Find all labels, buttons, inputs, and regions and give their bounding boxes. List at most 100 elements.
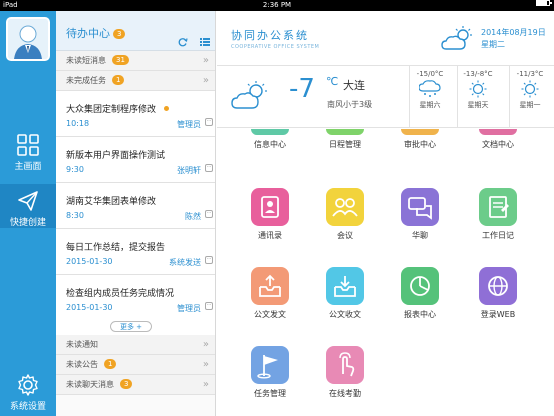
forecast-day: -15/0°C 星期六 [409, 66, 450, 128]
app-header: 协同办公系统 COOPERATIVE OFFICE SYSTEM 2014年08… [217, 11, 554, 66]
list-item[interactable]: 每日工作总结，提交报告 2015-01-30 系统发送 ··· [56, 229, 215, 275]
nav-quick-create[interactable]: 快捷创建 [0, 184, 56, 228]
app-report-center[interactable]: 报表中心 [390, 267, 450, 320]
chevron-right-icon: » [202, 359, 209, 370]
task-user: 陈然 [185, 212, 201, 221]
app-task-manage[interactable]: 任务管理 [240, 346, 300, 399]
app-attendance[interactable]: 在线考勤 [315, 346, 375, 399]
list-item[interactable]: 新版本用户界面操作测试 9:30 张明轩 ··· [56, 137, 215, 183]
left-nav: 主画面 快捷创建 系统设置 [0, 11, 56, 416]
more-icon[interactable]: ··· [205, 164, 213, 172]
more-icon[interactable]: ··· [205, 256, 213, 264]
more-button[interactable]: 更多 + [110, 321, 152, 332]
nav-settings[interactable]: 系统设置 [0, 368, 56, 412]
section-unread-notice[interactable]: 未读通知 » [56, 335, 215, 355]
schedule-icon [326, 129, 364, 135]
unfinished-badge: 1 [112, 75, 125, 85]
task-user: 管理员 [177, 304, 201, 313]
app-doc-receive[interactable]: 公文收文 [315, 267, 375, 320]
sun-icon [521, 80, 539, 98]
task-date: 2015-01-30 [66, 303, 113, 312]
nav-settings-label: 系统设置 [9, 402, 46, 412]
weather-panel: -7 ℃ 大连 南风小于3级 -15/0°C 星期六 -13/-8°C 星期天 … [217, 66, 554, 128]
header-date: 2014年08月19日 星期二 [481, 28, 546, 49]
app-schedule[interactable]: 日程管理 [315, 129, 375, 150]
section-unread-announce[interactable]: 未读公告 1 » [56, 355, 215, 375]
gear-icon [18, 374, 38, 396]
globe-icon [479, 267, 517, 305]
unread-sms-badge: 31 [112, 55, 129, 65]
app-doc-send[interactable]: 公文发文 [240, 267, 300, 320]
snow-cloud-icon [419, 80, 441, 97]
section-unfinished-task[interactable]: 未完成任务 1 » [56, 71, 215, 91]
paper-plane-icon [18, 191, 38, 211]
partly-cloudy-icon [441, 26, 472, 50]
task-user: 系统发送 [169, 258, 201, 267]
status-bar: iPad 2:36 PM [0, 0, 554, 11]
chevron-right-icon: » [202, 339, 209, 350]
nav-quick-create-label: 快捷创建 [9, 218, 46, 228]
app-info-center[interactable]: 信息中心 [240, 129, 300, 150]
app-approval[interactable]: 审批中心 [390, 129, 450, 150]
app-meeting[interactable]: 会议 [315, 188, 375, 241]
more-icon[interactable]: ··· [205, 118, 213, 126]
list-item[interactable]: 检查组内成员任务完成情况 2015-01-30 管理员 ··· [56, 275, 215, 319]
app-login-web[interactable]: 登录WEB [468, 267, 528, 320]
outbox-icon [251, 267, 289, 305]
diary-icon [479, 188, 517, 226]
list-icon[interactable] [200, 37, 210, 47]
app-chat[interactable]: 华聊 [390, 188, 450, 241]
app-subtitle: COOPERATIVE OFFICE SYSTEM [231, 44, 320, 50]
section-unread-sms[interactable]: 未读短消息 31 » [56, 51, 215, 71]
contacts-icon [251, 188, 289, 226]
task-title: 每日工作总结，提交报告 [66, 243, 166, 253]
approval-icon [401, 129, 439, 135]
list-item[interactable]: 大众集团定制程序修改 10:18 管理员 ··· [56, 91, 215, 137]
todo-count-badge: 3 [113, 29, 126, 39]
task-date: 8:30 [66, 211, 84, 220]
app-contacts[interactable]: 通讯录 [240, 188, 300, 241]
todo-title: 待办中心 3 [66, 25, 126, 41]
app-documents[interactable]: 文档中心 [468, 129, 528, 150]
refresh-icon[interactable] [178, 37, 188, 47]
nav-home-label: 主画面 [14, 162, 42, 172]
forecast-day: -11/3°C 星期一 [509, 66, 550, 128]
chat-bubble-icon [401, 188, 439, 226]
inbox-icon [326, 267, 364, 305]
chat-badge: 3 [120, 379, 133, 389]
task-date: 10:18 [66, 119, 90, 128]
pie-chart-icon [401, 267, 439, 305]
task-title: 湖南艾华集团表单修改 [66, 197, 157, 207]
temperature-unit: ℃ [326, 75, 339, 88]
more-icon[interactable]: ··· [205, 302, 213, 310]
task-user: 管理员 [177, 120, 201, 129]
touch-hand-icon [326, 346, 364, 384]
chevron-right-icon: » [202, 75, 209, 86]
app-title: 协同办公系统 [231, 29, 309, 42]
more-icon[interactable]: ··· [205, 210, 213, 218]
avatar[interactable] [6, 17, 50, 61]
task-user: 张明轩 [177, 166, 201, 175]
todo-panel: 待办中心 3 未读短消息 31 » 未完成任务 1 » 大众集团定制程序修改 10:1… [56, 11, 216, 416]
chevron-right-icon: » [202, 379, 209, 390]
section-unread-chat[interactable]: 未读聊天消息 3 » [56, 375, 215, 395]
clock: 2:36 PM [262, 1, 292, 9]
city-name: 大连 [343, 79, 365, 92]
forecast-day-label: 星期一 [519, 101, 541, 109]
task-title: 新版本用户界面操作测试 [66, 151, 166, 161]
task-title: 检查组内成员任务完成情况 [66, 289, 175, 299]
battery-icon [536, 0, 552, 6]
sun-icon [469, 80, 487, 98]
announce-badge: 1 [104, 359, 117, 369]
forecast-range: -11/3°C [516, 70, 544, 78]
nav-home[interactable]: 主画面 [0, 128, 56, 172]
list-item[interactable]: 湖南艾华集团表单修改 8:30 陈然 ··· [56, 183, 215, 229]
partly-cloudy-icon [231, 81, 267, 109]
forecast-range: -15/0°C [416, 70, 444, 78]
todo-header: 待办中心 3 [56, 11, 215, 51]
forecast-day-label: 星期天 [467, 101, 489, 109]
app-work-diary[interactable]: 工作日记 [468, 188, 528, 241]
battery-area [536, 0, 552, 6]
more-area: 更多 + [56, 319, 215, 335]
task-date: 9:30 [66, 165, 84, 174]
